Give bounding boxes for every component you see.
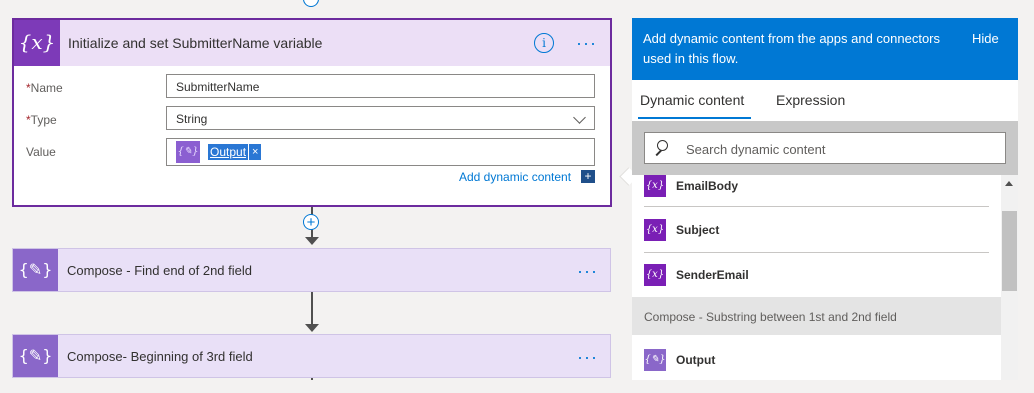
panel-header: Add dynamic content from the apps and co… [632,18,1018,80]
tab-expression[interactable]: Expression [776,92,845,108]
remove-token-icon[interactable]: × [249,144,262,160]
list-item-emailbody[interactable]: {x} EmailBody [644,175,989,219]
compose-card-find-end[interactable]: {✎} Compose - Find end of 2nd field ··· [12,248,611,292]
compose-icon: {✎} [13,249,58,291]
search-box[interactable] [644,132,1006,164]
connector-arrow [305,237,319,245]
divider [644,206,989,207]
info-icon[interactable]: i [534,33,554,53]
list-item-label: Subject [676,223,720,237]
compose-icon: {✎} [13,335,58,377]
output-token-label: Output [208,144,249,160]
scroll-up-arrow-icon[interactable] [1005,181,1013,186]
type-label: *Type [26,113,57,127]
card-header[interactable]: {x} Initialize and set SubmitterName var… [14,20,610,66]
list-item-output[interactable]: {✎} Output [644,349,989,393]
value-field[interactable]: {✎} Output × [166,138,595,166]
group-header[interactable]: Compose - Substring between 1st and 2nd … [632,297,1001,335]
name-label: *Name [26,81,63,95]
compose-card-title: Compose- Beginning of 3rd field [67,349,253,364]
initialize-variable-card[interactable]: {x} Initialize and set SubmitterName var… [12,18,612,207]
compose-token-icon: {✎} [176,141,200,163]
tab-dynamic-content[interactable]: Dynamic content [640,92,744,108]
dynamic-content-panel: Add dynamic content from the apps and co… [632,18,1018,380]
panel-header-text: Add dynamic content from the apps and co… [643,31,941,66]
variable-icon: {x} [14,20,60,66]
compose-card-beginning[interactable]: {✎} Compose- Beginning of 3rd field ··· [12,334,611,378]
card-title: Initialize and set SubmitterName variabl… [68,35,323,51]
variable-icon: {x} [644,175,666,197]
name-value: SubmitterName [176,80,260,94]
scrollbar-thumb[interactable] [1002,211,1017,291]
variable-icon: {x} [644,264,666,286]
type-value: String [176,112,208,126]
connector-arrow [305,324,319,332]
type-dropdown[interactable]: String [166,106,595,130]
value-label: Value [26,145,56,159]
variable-icon: {x} [644,219,666,241]
connector-top-circle [303,0,319,7]
list-item-label: EmailBody [676,179,739,193]
connector-line [311,292,313,325]
add-dynamic-content-icon[interactable]: + [581,170,595,183]
more-options-icon[interactable]: ··· [577,348,598,366]
group-header-label: Compose - Substring between 1st and 2nd … [644,310,897,324]
list-item-label: SenderEmail [676,268,749,282]
hide-button[interactable]: Hide [972,31,999,46]
list-item-subject[interactable]: {x} Subject [644,219,989,263]
divider [644,252,989,253]
more-options-icon[interactable]: ··· [577,262,598,280]
name-field[interactable]: SubmitterName [166,74,595,98]
search-icon [657,140,668,151]
chevron-down-icon[interactable] [573,111,586,124]
search-area [632,121,1018,175]
list-item-label: Output [676,353,716,367]
more-options-icon[interactable]: ··· [576,34,597,52]
output-token[interactable]: {✎} Output × [176,141,262,163]
search-input[interactable] [684,138,988,160]
compose-icon: {✎} [644,349,666,371]
insert-step-button[interactable]: + [303,214,319,230]
add-dynamic-content-link[interactable]: Add dynamic content [459,170,571,184]
search-icon-handle [655,149,662,156]
compose-card-title: Compose - Find end of 2nd field [67,263,252,278]
active-tab-indicator [638,117,751,119]
